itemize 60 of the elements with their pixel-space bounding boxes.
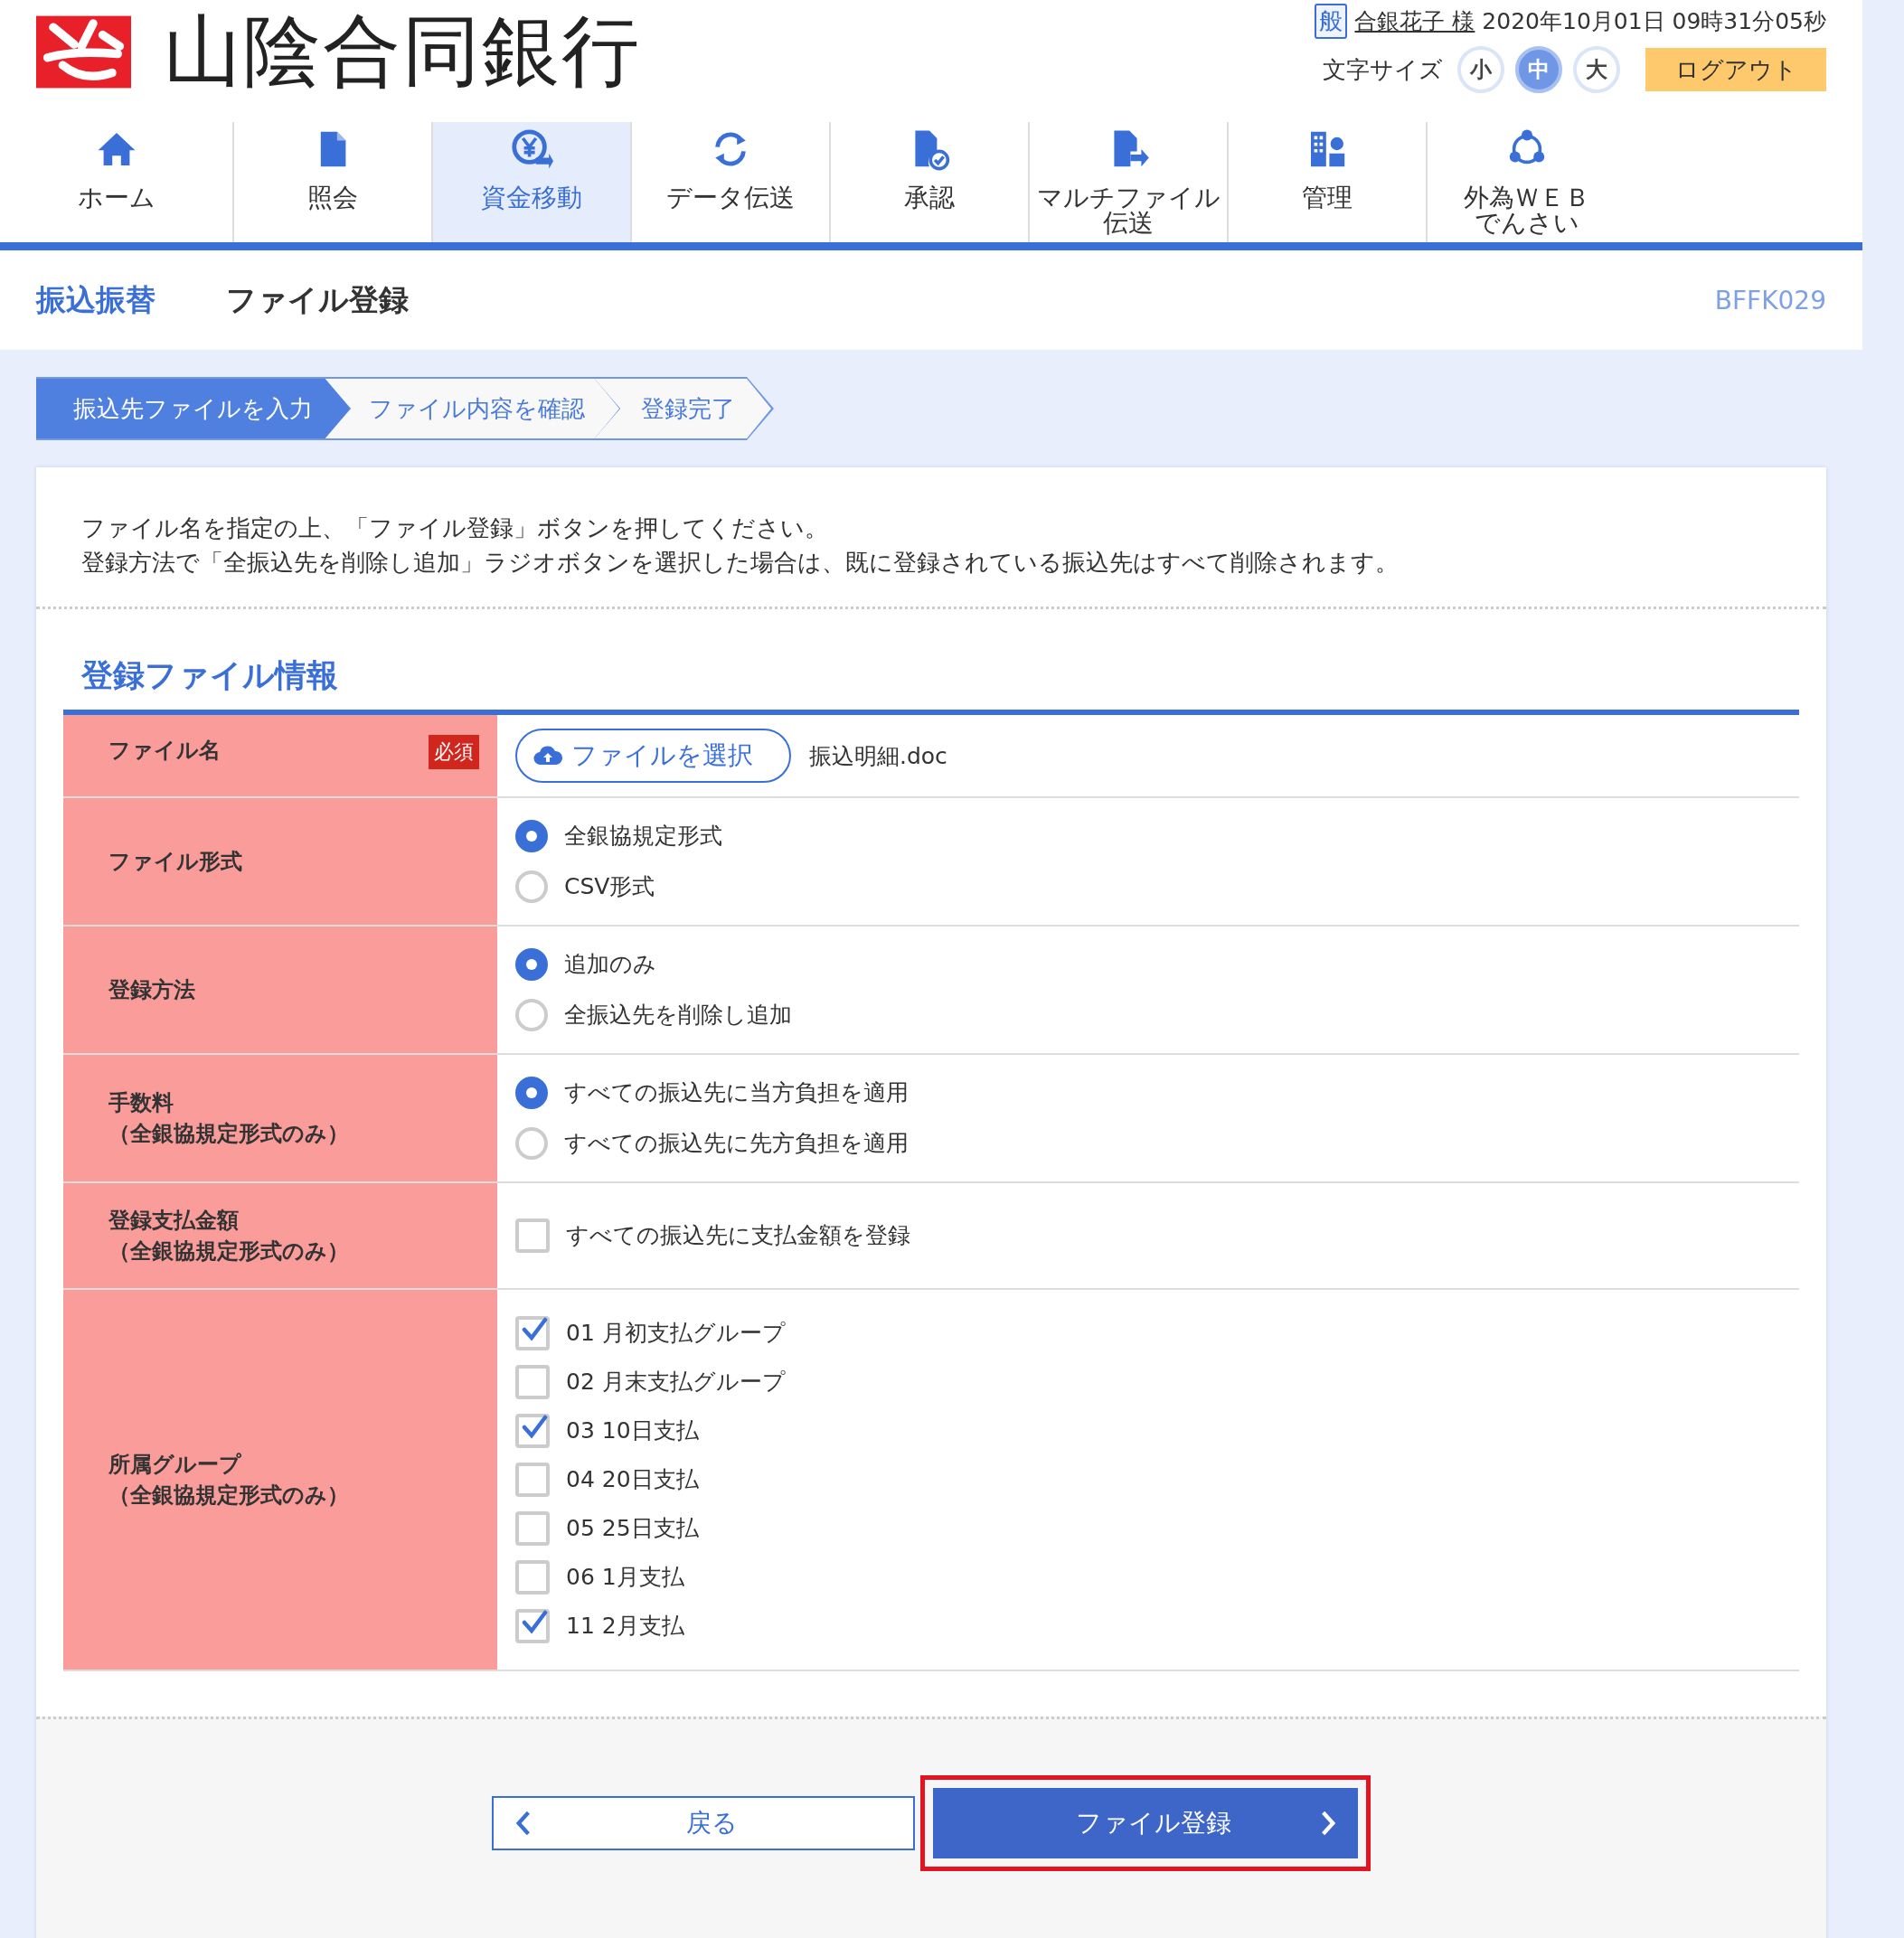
user-type-badge: 般 bbox=[1315, 4, 1348, 39]
checkbox[interactable] bbox=[515, 1560, 550, 1595]
option-label: 全銀協規定形式 bbox=[564, 822, 722, 851]
user-name-link[interactable]: 合銀花子 様 bbox=[1354, 6, 1475, 36]
logout-button[interactable]: ログアウト bbox=[1645, 48, 1826, 91]
field-label: （全銀協規定形式のみ） bbox=[108, 1482, 349, 1510]
option-label: すべての振込先に先方負担を適用 bbox=[564, 1129, 909, 1158]
option-label: 03 10日支払 bbox=[566, 1416, 699, 1445]
instruction-text: 登録方法で「全振込先を削除し追加」ラジオボタンを選択した場合は、既に登録されている振込先はすべて削除されます。 bbox=[81, 548, 1400, 578]
file-select-button[interactable]: ファイルを選択 bbox=[515, 729, 791, 783]
nav-tab[interactable]: 資金移動 bbox=[433, 122, 632, 242]
radio-button[interactable] bbox=[515, 1077, 548, 1109]
checkbox[interactable] bbox=[515, 1316, 550, 1350]
font-size-button[interactable]: 大 bbox=[1573, 46, 1620, 93]
cloud-upload-icon bbox=[533, 746, 562, 766]
screen-id: BFFK029 bbox=[1714, 285, 1826, 315]
checkbox[interactable] bbox=[515, 1414, 550, 1448]
checkbox[interactable] bbox=[515, 1511, 550, 1546]
font-size-button[interactable]: 小 bbox=[1457, 46, 1504, 93]
option-label: すべての振込先に支払金額を登録 bbox=[566, 1221, 910, 1250]
radio-button[interactable] bbox=[515, 948, 548, 981]
option-label: 02 月末支払グループ bbox=[566, 1368, 786, 1397]
nav-tab[interactable]: 外為ＷＥＢ でんさい bbox=[1428, 122, 1626, 242]
bank-name: 山陰合同銀行 bbox=[164, 5, 641, 98]
chevron-right-icon bbox=[1320, 1810, 1336, 1837]
option-label: 全振込先を削除し追加 bbox=[564, 1001, 792, 1030]
field-label: （全銀協規定形式のみ） bbox=[108, 1237, 349, 1265]
field-label: 登録支払金額 bbox=[108, 1207, 240, 1235]
option-label: 追加のみ bbox=[564, 950, 656, 979]
form-heading: 登録ファイル情報 bbox=[81, 656, 339, 695]
checkbox[interactable] bbox=[515, 1609, 550, 1643]
section-title: 振込振替 bbox=[36, 280, 156, 319]
register-button[interactable]: ファイル登録 bbox=[933, 1788, 1358, 1858]
option-label: CSV形式 bbox=[564, 872, 655, 901]
progress-step: 登録完了 bbox=[593, 377, 774, 440]
back-button[interactable]: 戻る bbox=[492, 1796, 915, 1850]
option-label: 06 1月支払 bbox=[566, 1563, 684, 1592]
font-size-label: 文字サイズ bbox=[1323, 54, 1443, 85]
instruction-text: ファイル名を指定の上、「ファイル登録」ボタンを押してください。 bbox=[81, 513, 829, 543]
field-label: （全銀協規定形式のみ） bbox=[108, 1120, 349, 1148]
field-label: 登録方法 bbox=[108, 976, 195, 1004]
required-badge: 必須 bbox=[429, 735, 479, 769]
option-label: 11 2月支払 bbox=[566, 1612, 684, 1641]
radio-button[interactable] bbox=[515, 820, 548, 852]
yen-transfer-icon bbox=[510, 127, 553, 171]
field-label: 所属グループ bbox=[108, 1451, 242, 1479]
option-label: 04 20日支払 bbox=[566, 1465, 699, 1494]
page-title: ファイル登録 bbox=[226, 280, 409, 319]
option-label: 01 月初支払グループ bbox=[566, 1319, 786, 1348]
chevron-left-icon bbox=[515, 1810, 532, 1837]
field-label: 手数料 bbox=[108, 1089, 174, 1117]
login-datetime: 2020年10月01日 09時31分05秒 bbox=[1482, 7, 1826, 36]
option-label: 05 25日支払 bbox=[566, 1514, 699, 1543]
field-label: ファイル形式 bbox=[108, 848, 242, 876]
field-label: ファイル名 bbox=[108, 737, 221, 765]
option-label: すべての振込先に当方負担を適用 bbox=[564, 1078, 909, 1107]
file-name: 振込明細.doc bbox=[809, 741, 947, 771]
checkbox[interactable] bbox=[515, 1463, 550, 1497]
checkbox[interactable] bbox=[515, 1218, 550, 1253]
checkbox[interactable] bbox=[515, 1365, 550, 1399]
